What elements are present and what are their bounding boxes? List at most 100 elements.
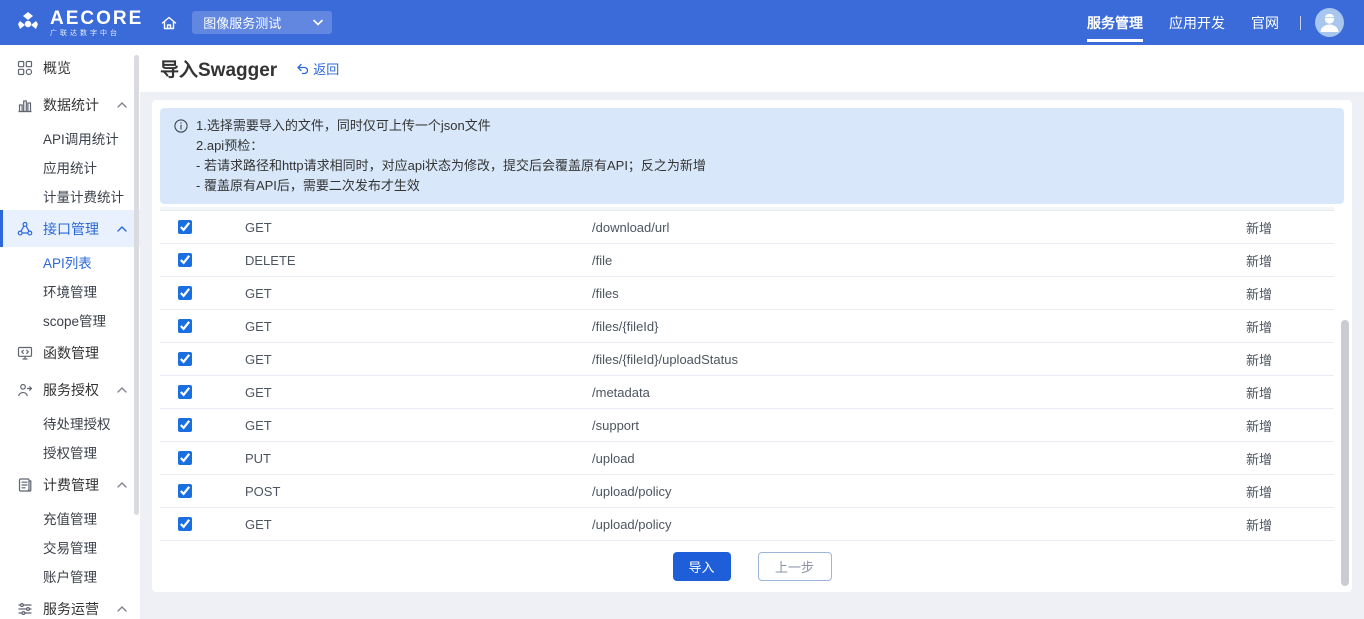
sidebar-item-label: 函数管理	[43, 343, 99, 363]
row-method: GET	[245, 352, 592, 367]
row-path: /upload/policy	[592, 517, 1246, 532]
table-scrollbar-thumb[interactable]	[1341, 320, 1349, 586]
row-method: GET	[245, 517, 592, 532]
row-checkbox[interactable]	[178, 484, 192, 498]
workspace-select-value: 图像服务测试	[203, 13, 281, 32]
nav-app-development[interactable]: 应用开发	[1156, 0, 1238, 45]
sidebar-subitem-scope-management[interactable]: scope管理	[0, 305, 140, 334]
sidebar-subitem-environment-management[interactable]: 环境管理	[0, 276, 140, 305]
chevron-up-icon[interactable]	[117, 387, 127, 393]
row-status: 新增	[1246, 416, 1272, 435]
notice-banner: 1.选择需要导入的文件，同时仅可上传一个json文件 2.api预检： - 若请…	[160, 108, 1344, 204]
row-method: GET	[245, 286, 592, 301]
row-path: /file	[592, 253, 1246, 268]
row-status: 新增	[1246, 218, 1272, 237]
nav-service-management[interactable]: 服务管理	[1074, 0, 1156, 45]
workspace-select[interactable]: 图像服务测试	[192, 11, 332, 34]
row-checkbox[interactable]	[178, 319, 192, 333]
chevron-up-icon[interactable]	[117, 482, 127, 488]
notice-lines: 1.选择需要导入的文件，同时仅可上传一个json文件 2.api预检： - 若请…	[196, 116, 706, 196]
sidebar-subitem-recharge-management[interactable]: 充值管理	[0, 503, 140, 532]
chevron-up-icon[interactable]	[117, 226, 127, 232]
table-row: GET/files/{fileId}/uploadStatus新增	[160, 343, 1334, 376]
row-method: GET	[245, 418, 592, 433]
api-table-rows: GET/download/url新增DELETE/file新增GET/files…	[160, 211, 1344, 541]
sidebar-item-api-management[interactable]: 接口管理	[0, 210, 140, 247]
sidebar-subitem-authorization-management[interactable]: 授权管理	[0, 437, 140, 466]
sidebar-item-label: 概览	[43, 58, 71, 78]
sidebar-item-function-management[interactable]: 函数管理	[0, 334, 140, 371]
sidebar-subitem-app-statistics[interactable]: 应用统计	[0, 152, 140, 181]
api-table: GET/download/url新增DELETE/file新增GET/files…	[160, 207, 1344, 541]
row-checkbox[interactable]	[178, 418, 192, 432]
top-nav: 服务管理 应用开发 官网	[1074, 0, 1292, 45]
table-row: GET/files新增	[160, 277, 1334, 310]
row-path: /files/{fileId}	[592, 319, 1246, 334]
row-method: PUT	[245, 451, 592, 466]
operations-icon	[17, 601, 34, 617]
table-row: DELETE/file新增	[160, 244, 1334, 277]
nav-official-site[interactable]: 官网	[1238, 0, 1292, 45]
monitor-icon	[17, 345, 34, 361]
row-status: 新增	[1246, 284, 1272, 303]
import-button[interactable]: 导入	[673, 552, 731, 581]
table-row: PUT/upload新增	[160, 442, 1334, 475]
logo-title: AECORE	[50, 9, 143, 28]
table-row: GET/support新增	[160, 409, 1334, 442]
row-checkbox[interactable]	[178, 385, 192, 399]
sidebar-scrollbar[interactable]	[134, 55, 139, 515]
row-checkbox[interactable]	[178, 517, 192, 531]
sidebar-item-service-operations[interactable]: 服务运营	[0, 590, 140, 619]
sidebar-subitem-pending-authorization[interactable]: 待处理授权	[0, 408, 140, 437]
sidebar-subitem-metering-billing-statistics[interactable]: 计量计费统计	[0, 181, 140, 210]
back-link[interactable]: 返回	[296, 59, 339, 78]
main-content: 导入Swagger 返回 1.选择需要导入的文件，同时仅可上传一个js	[140, 45, 1364, 619]
notice-line: - 覆盖原有API后，需要二次发布才生效	[196, 176, 706, 196]
chevron-up-icon[interactable]	[117, 606, 127, 612]
row-checkbox[interactable]	[178, 220, 192, 234]
row-path: /files	[592, 286, 1246, 301]
sidebar-item-label: 服务授权	[43, 380, 99, 400]
table-row: GET/files/{fileId}新增	[160, 310, 1334, 343]
chevron-up-icon[interactable]	[117, 102, 127, 108]
divider	[1300, 16, 1301, 30]
action-buttons: 导入 上一步	[152, 552, 1352, 581]
row-status: 新增	[1246, 317, 1272, 336]
sidebar-item-data-statistics[interactable]: 数据统计	[0, 86, 140, 123]
sidebar-item-service-authorization[interactable]: 服务授权	[0, 371, 140, 408]
row-checkbox[interactable]	[178, 253, 192, 267]
row-status: 新增	[1246, 449, 1272, 468]
bar-chart-icon	[17, 97, 34, 113]
sidebar-subitem-transaction-management[interactable]: 交易管理	[0, 532, 140, 561]
logo[interactable]: AECORE 广联达数字中台	[13, 8, 143, 38]
sidebar-item-overview[interactable]: 概览	[0, 49, 140, 86]
home-icon[interactable]	[160, 14, 178, 32]
sidebar-subitem-api-list[interactable]: API列表	[0, 247, 140, 276]
row-path: /upload/policy	[592, 484, 1246, 499]
top-header: AECORE 广联达数字中台 图像服务测试 服务管理 应用开发 官网	[0, 0, 1364, 45]
notice-line: 1.选择需要导入的文件，同时仅可上传一个json文件	[196, 116, 706, 136]
back-label: 返回	[313, 59, 339, 78]
billing-icon	[17, 477, 34, 493]
avatar[interactable]	[1315, 8, 1344, 37]
content-card: 1.选择需要导入的文件，同时仅可上传一个json文件 2.api预检： - 若请…	[152, 100, 1352, 592]
row-method: GET	[245, 319, 592, 334]
row-path: /metadata	[592, 385, 1246, 400]
chevron-down-icon	[313, 19, 323, 26]
row-status: 新增	[1246, 251, 1272, 270]
row-method: GET	[245, 220, 592, 235]
row-checkbox[interactable]	[178, 451, 192, 465]
row-status: 新增	[1246, 350, 1272, 369]
prev-step-button[interactable]: 上一步	[758, 552, 832, 581]
sidebar-item-label: 数据统计	[43, 95, 99, 115]
row-checkbox[interactable]	[178, 352, 192, 366]
sidebar: 概览数据统计 API调用统计应用统计计量计费统计接口管理API列表环境管理scop…	[0, 45, 140, 619]
sidebar-item-label: 服务运营	[43, 599, 99, 619]
sidebar-subitem-api-call-statistics[interactable]: API调用统计	[0, 123, 140, 152]
sidebar-item-billing-management[interactable]: 计费管理	[0, 466, 140, 503]
row-method: DELETE	[245, 253, 592, 268]
row-checkbox[interactable]	[178, 286, 192, 300]
app-root: AECORE 广联达数字中台 图像服务测试 服务管理 应用开发 官网	[0, 0, 1364, 619]
sidebar-subitem-account-management[interactable]: 账户管理	[0, 561, 140, 590]
table-scrollbar[interactable]	[1341, 207, 1349, 592]
